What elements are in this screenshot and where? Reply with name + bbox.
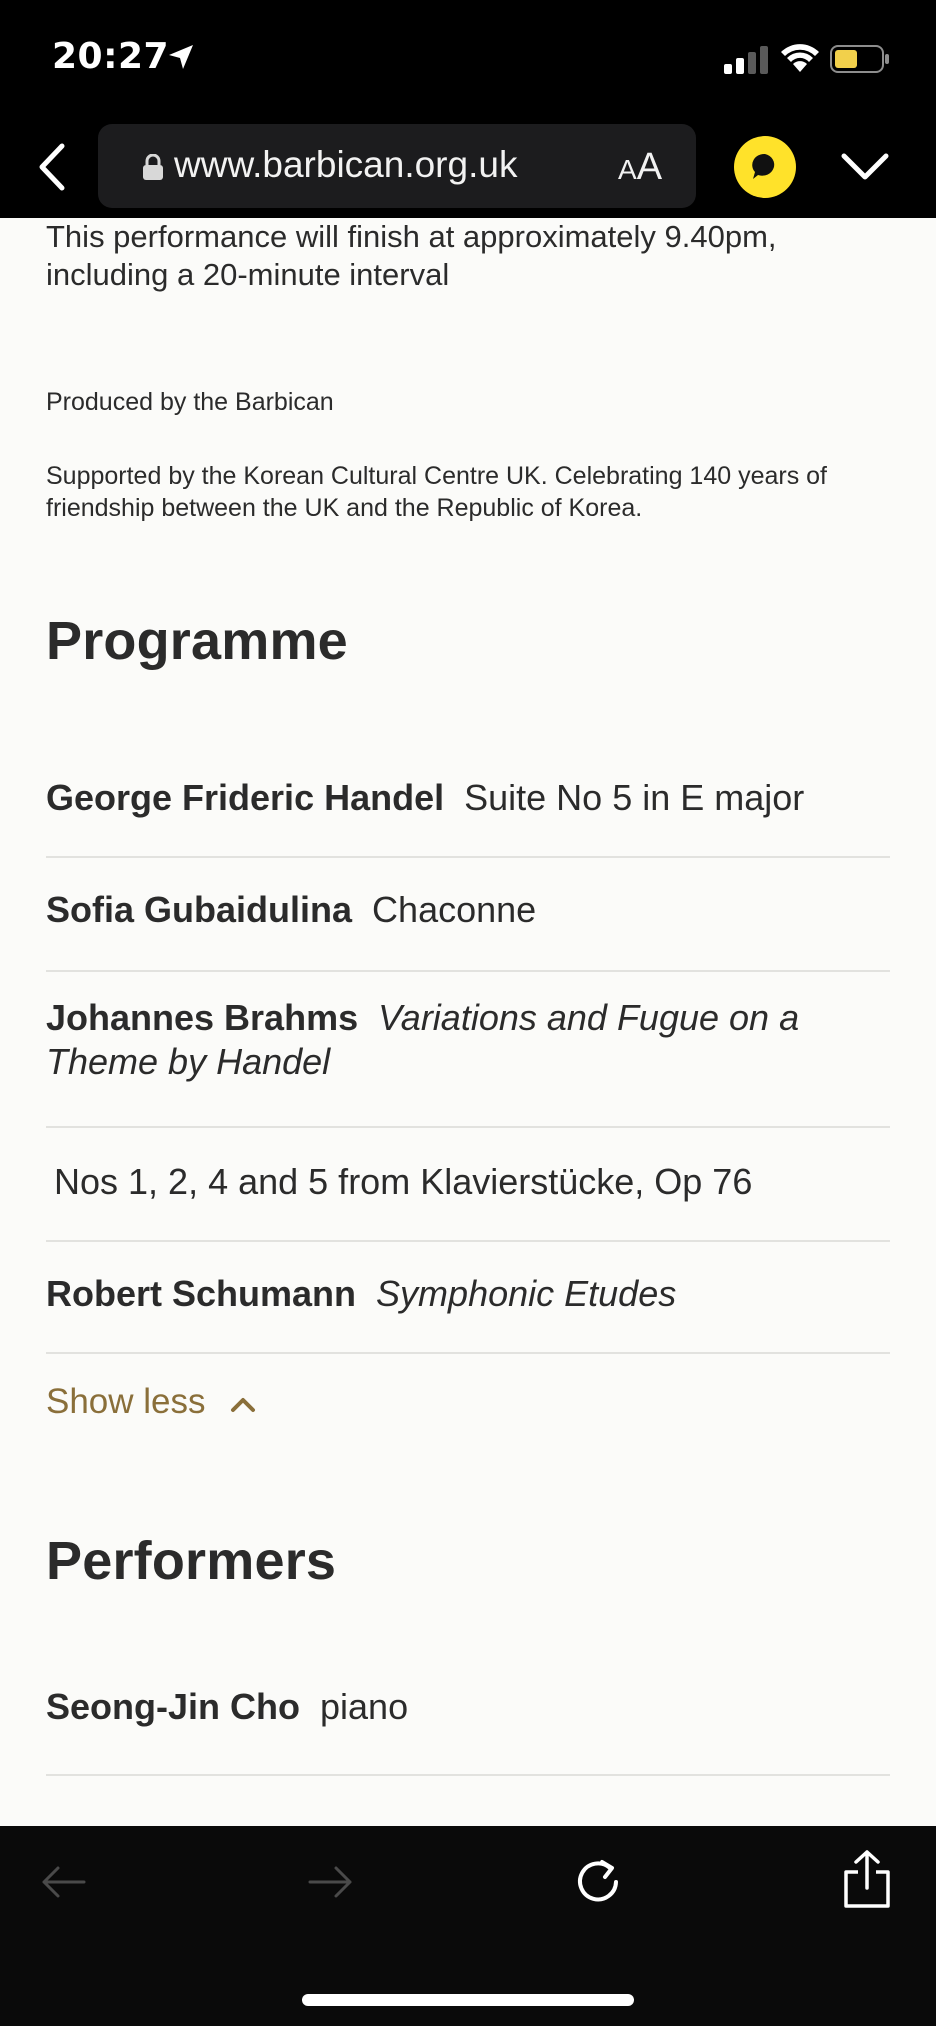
lock-icon — [143, 154, 163, 180]
speech-bubble-icon — [752, 153, 775, 179]
work-title: Chaconne — [372, 889, 537, 930]
programme-item: Johannes Brahms Variations and Fugue on … — [46, 972, 890, 1128]
text-size-button[interactable]: AA — [618, 146, 662, 189]
finish-time-note: This performance will finish at approxim… — [46, 219, 777, 292]
programme-item: Robert Schumann Symphonic Etudes — [46, 1242, 890, 1354]
programme-item: Sofia Gubaidulina Chaconne — [46, 858, 890, 972]
work-title: Suite No 5 in E major — [464, 777, 805, 818]
status-time: 20:27 — [52, 36, 170, 77]
programme-item: George Frideric Handel Suite No 5 in E m… — [46, 754, 890, 858]
back-chevron-icon[interactable] — [34, 142, 70, 192]
url-text[interactable]: www.barbican.org.uk — [174, 144, 517, 186]
reload-icon[interactable] — [572, 1856, 624, 1908]
aa-small-label: A — [618, 154, 637, 185]
supported-by-note: Supported by the Korean Cultural Centre … — [46, 462, 828, 522]
work-title: Symphonic Etudes — [376, 1273, 677, 1314]
composer-name: Robert Schumann — [46, 1273, 357, 1314]
work-title: Nos 1, 2, 4 and 5 from Klavierstücke, Op… — [54, 1161, 753, 1202]
produced-by-note: Produced by the Barbican — [46, 388, 334, 416]
composer-name: Sofia Gubaidulina — [46, 889, 353, 930]
chevron-down-icon[interactable] — [840, 150, 890, 184]
chat-button[interactable] — [734, 136, 796, 198]
show-less-label: Show less — [46, 1382, 206, 1421]
aa-big-label: A — [636, 146, 663, 188]
battery-icon — [830, 45, 889, 73]
performer-name: Seong-Jin Cho — [46, 1686, 300, 1727]
status-bar: 20:27 — [0, 0, 936, 120]
show-less-link[interactable]: Show less — [46, 1382, 257, 1422]
back-arrow-icon[interactable] — [38, 1862, 88, 1902]
programme-heading: Programme — [46, 611, 348, 671]
forward-arrow-icon[interactable] — [306, 1862, 356, 1902]
location-arrow-icon — [169, 45, 193, 69]
performer-item: Seong-Jin Cho piano — [46, 1686, 890, 1776]
composer-name: George Frideric Handel — [46, 777, 445, 818]
share-icon[interactable] — [840, 1848, 894, 1910]
home-indicator[interactable] — [302, 1994, 634, 2006]
chevron-up-icon — [231, 1397, 256, 1412]
wifi-icon — [781, 44, 819, 72]
cellular-signal-icon — [724, 46, 768, 74]
composer-name: Johannes Brahms — [46, 997, 359, 1038]
performers-heading: Performers — [46, 1531, 337, 1591]
programme-item: Nos 1, 2, 4 and 5 from Klavierstücke, Op… — [46, 1128, 890, 1242]
performer-role: piano — [320, 1686, 409, 1727]
